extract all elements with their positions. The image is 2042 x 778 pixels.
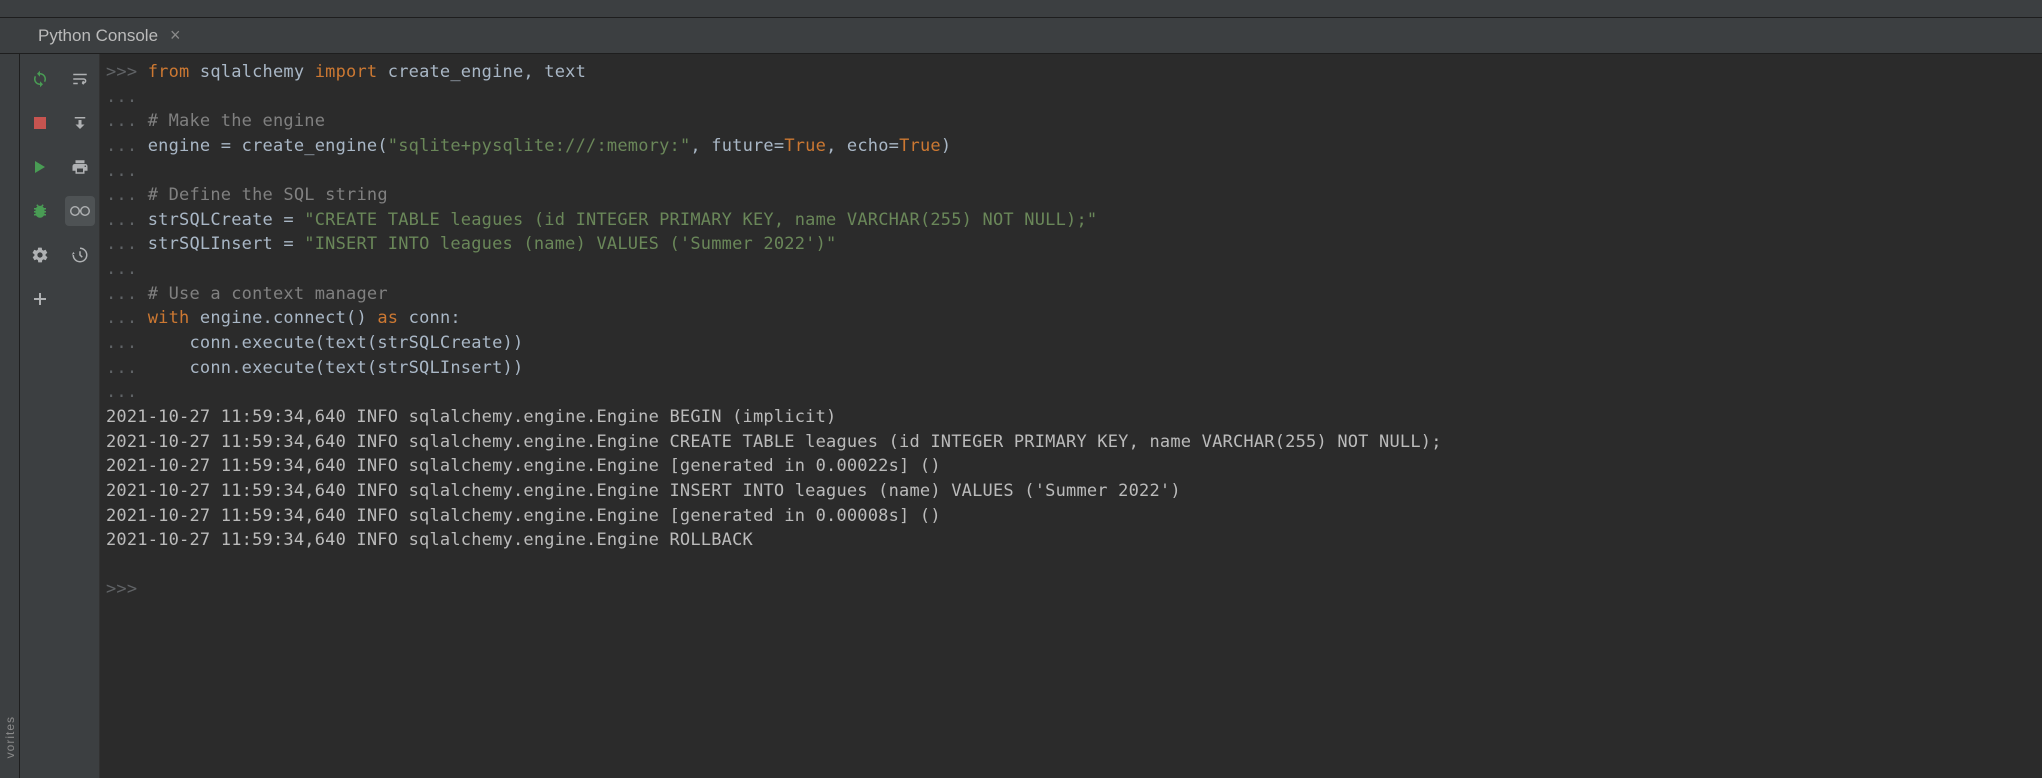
debug-icon[interactable] (25, 196, 55, 226)
prompt-cont: ... (106, 284, 148, 304)
kw-as: as (377, 308, 398, 328)
prompt-cont: ... (106, 87, 148, 107)
code-text: , echo= (826, 136, 899, 156)
console-output[interactable]: >>> from sqlalchemy import create_engine… (100, 54, 2042, 778)
tab-bar: Python Console × (0, 18, 2042, 54)
prompt-cont: ... (106, 333, 148, 353)
code-text: engine.connect() (190, 308, 378, 328)
comment: # Define the SQL string (148, 185, 388, 205)
log-line: 2021-10-27 11:59:34,640 INFO sqlalchemy.… (106, 454, 2034, 479)
toolbars (20, 54, 100, 778)
code-text: strSQLCreate = (148, 210, 305, 230)
left-gutter-label: vorites (3, 716, 17, 758)
kw-true: True (784, 136, 826, 156)
code-text: conn.execute(text(strSQLInsert)) (148, 358, 524, 378)
history-icon[interactable] (65, 240, 95, 270)
toolbar-primary (20, 54, 60, 778)
code-text: , future= (690, 136, 784, 156)
prompt-cont: ... (106, 210, 148, 230)
close-icon[interactable]: × (168, 25, 183, 46)
code-text: engine = create_engine( (148, 136, 388, 156)
left-gutter: vorites (0, 54, 20, 778)
toolbar-secondary (60, 54, 100, 778)
string-literal: "INSERT INTO leagues (name) VALUES ('Sum… (304, 234, 836, 254)
prompt-cont: ... (106, 161, 148, 181)
comment: # Use a context manager (148, 284, 388, 304)
code-text: create_engine, text (377, 62, 586, 82)
rerun-icon[interactable] (25, 64, 55, 94)
log-line: 2021-10-27 11:59:34,640 INFO sqlalchemy.… (106, 479, 2034, 504)
prompt: >>> (106, 62, 148, 82)
prompt-cont: ... (106, 358, 148, 378)
string-literal: "CREATE TABLE leagues (id INTEGER PRIMAR… (304, 210, 1097, 230)
settings-icon[interactable] (25, 240, 55, 270)
prompt-cont: ... (106, 308, 148, 328)
log-line: 2021-10-27 11:59:34,640 INFO sqlalchemy.… (106, 528, 2034, 553)
print-icon[interactable] (65, 152, 95, 182)
code-text: strSQLInsert = (148, 234, 305, 254)
kw-with: with (148, 308, 190, 328)
window-top-bar (0, 0, 2042, 18)
prompt-cont: ... (106, 111, 148, 131)
add-icon[interactable] (25, 284, 55, 314)
scroll-to-end-icon[interactable] (65, 108, 95, 138)
code-text: conn.execute(text(strSQLCreate)) (148, 333, 524, 353)
tab-label: Python Console (38, 26, 158, 46)
prompt-cont: ... (106, 259, 148, 279)
run-icon[interactable] (25, 152, 55, 182)
prompt-cont: ... (106, 234, 148, 254)
string-literal: "sqlite+pysqlite:///:memory:" (388, 136, 691, 156)
comment: # Make the engine (148, 111, 325, 131)
tab-python-console[interactable]: Python Console × (30, 19, 191, 52)
prompt-cont: ... (106, 382, 148, 402)
prompt-cont: ... (106, 185, 148, 205)
kw-import: import (315, 62, 378, 82)
prompt-cont: ... (106, 136, 148, 156)
log-line: 2021-10-27 11:59:34,640 INFO sqlalchemy.… (106, 430, 2034, 455)
kw-from: from (148, 62, 190, 82)
log-line: 2021-10-27 11:59:34,640 INFO sqlalchemy.… (106, 405, 2034, 430)
code-text: conn: (398, 308, 461, 328)
show-variables-icon[interactable] (65, 196, 95, 226)
prompt: >>> (106, 579, 148, 599)
soft-wrap-icon[interactable] (65, 64, 95, 94)
code-text: sqlalchemy (190, 62, 315, 82)
log-line: 2021-10-27 11:59:34,640 INFO sqlalchemy.… (106, 504, 2034, 529)
code-text: ) (941, 136, 951, 156)
stop-icon[interactable] (25, 108, 55, 138)
kw-true: True (899, 136, 941, 156)
main-area: vorites (0, 54, 2042, 778)
